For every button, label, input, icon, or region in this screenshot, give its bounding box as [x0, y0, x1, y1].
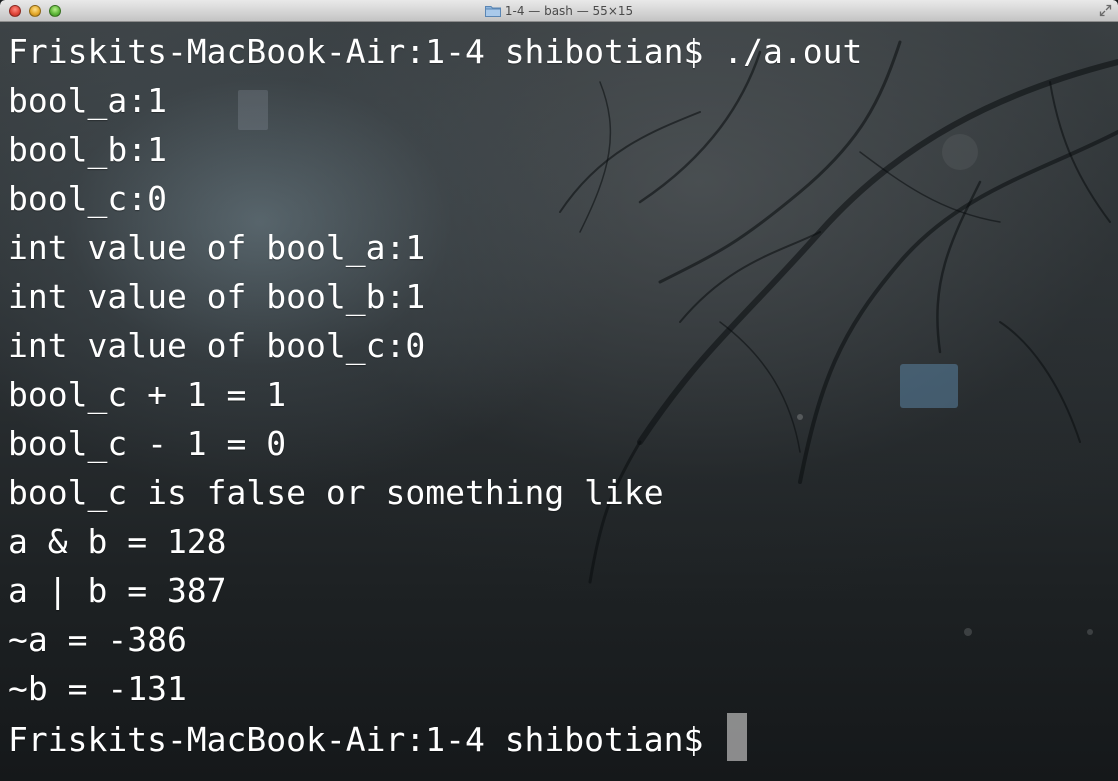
shell-prompt: Friskits-MacBook-Air:1-4 shibotian$	[8, 720, 724, 759]
terminal-lines: Friskits-MacBook-Air:1-4 shibotian$ ./a.…	[8, 27, 862, 762]
terminal-line: ~a = -386	[8, 620, 187, 659]
folder-icon	[484, 6, 501, 17]
terminal-line: bool_a:1	[8, 81, 167, 120]
terminal-line: int value of bool_a:1	[8, 228, 426, 267]
terminal-line: bool_c:0	[8, 179, 167, 218]
title-bar[interactable]: 1-4 — bash — 55×15	[0, 0, 1118, 22]
zoom-button[interactable]	[49, 5, 61, 17]
prompt-line[interactable]: Friskits-MacBook-Air:1-4 shibotian$	[8, 713, 862, 762]
terminal-line: a | b = 387	[8, 571, 227, 610]
terminal-line: int value of bool_c:0	[8, 326, 426, 365]
minimize-button[interactable]	[29, 5, 41, 17]
window-title-group: 1-4 — bash — 55×15	[0, 0, 1118, 22]
terminal-line: bool_c is false or something like	[8, 473, 664, 512]
terminal-line: bool_c - 1 = 0	[8, 424, 287, 463]
terminal-line: bool_c + 1 = 1	[8, 375, 287, 414]
fullscreen-icon[interactable]	[1099, 4, 1112, 17]
terminal-output-area[interactable]: Friskits-MacBook-Air:1-4 shibotian$ ./a.…	[0, 22, 1118, 781]
terminal-line: a & b = 128	[8, 522, 227, 561]
terminal-line: int value of bool_b:1	[8, 277, 426, 316]
terminal-line: Friskits-MacBook-Air:1-4 shibotian$ ./a.…	[8, 32, 863, 71]
text-cursor	[727, 713, 748, 761]
terminal-window: 1-4 — bash — 55×15 Friskits-MacBook-Air:…	[0, 0, 1118, 781]
terminal-line: ~b = -131	[8, 669, 187, 708]
terminal-line: bool_b:1	[8, 130, 167, 169]
close-button[interactable]	[9, 5, 21, 17]
window-title: 1-4 — bash — 55×15	[504, 4, 634, 18]
